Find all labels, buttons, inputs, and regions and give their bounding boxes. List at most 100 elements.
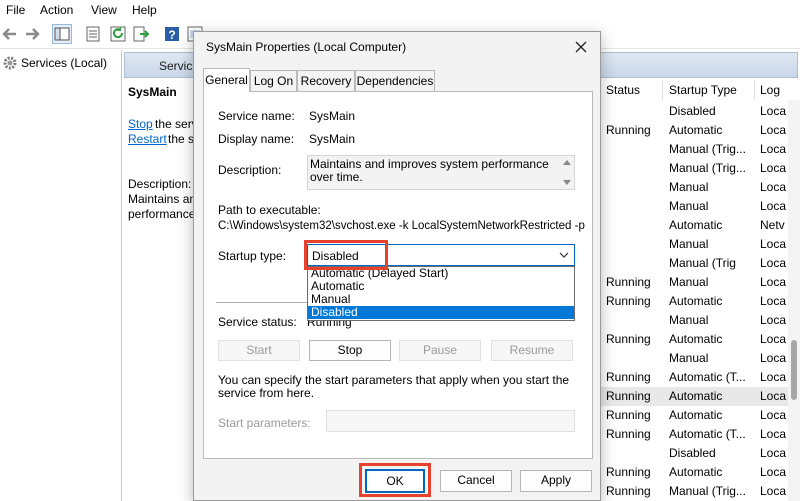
restart-service-link[interactable]: Restart bbox=[128, 132, 167, 146]
tree-item-label: Services (Local) bbox=[21, 56, 108, 70]
startup-type-label: Startup type: bbox=[218, 249, 287, 263]
row-startup-type: Manual (Trig bbox=[669, 256, 736, 270]
display-name-label: Display name: bbox=[218, 132, 295, 146]
column-header-startup-type[interactable]: Startup Type bbox=[669, 83, 737, 97]
table-row[interactable]: Running Manual Loca bbox=[600, 273, 800, 292]
description-scrollbar[interactable] bbox=[560, 156, 574, 189]
properties-dialog: SysMain Properties (Local Computer) Gene… bbox=[193, 31, 601, 501]
extended-desc-line: Description: bbox=[128, 177, 192, 191]
export-icon[interactable] bbox=[131, 24, 151, 44]
menu-help[interactable]: Help bbox=[132, 3, 157, 17]
apply-button[interactable]: Apply bbox=[520, 470, 592, 492]
table-row[interactable]: Running Automatic Loca bbox=[600, 121, 800, 140]
table-row[interactable]: Manual Loca bbox=[600, 235, 800, 254]
table-row[interactable]: Running Manual (Trig... Loca bbox=[600, 482, 800, 501]
table-row[interactable]: Manual Loca bbox=[600, 349, 800, 368]
table-row[interactable]: Manual Loca bbox=[600, 178, 800, 197]
startup-type-select[interactable]: Disabled bbox=[307, 244, 575, 266]
row-log-on: Loca bbox=[760, 408, 787, 422]
row-startup-type: Automatic bbox=[669, 294, 723, 308]
tab-log-on[interactable]: Log On bbox=[250, 70, 297, 91]
tab-dependencies[interactable]: Dependencies bbox=[355, 70, 435, 91]
close-icon[interactable] bbox=[570, 36, 592, 58]
console-tree: Services (Local) bbox=[0, 50, 122, 501]
resume-button[interactable]: Resume bbox=[491, 340, 573, 361]
table-row[interactable]: Running Automatic Loca bbox=[600, 330, 800, 349]
description-field[interactable]: Maintains and improves system performanc… bbox=[307, 155, 575, 190]
pause-button[interactable]: Pause bbox=[399, 340, 481, 361]
startup-type-value: Disabled bbox=[312, 249, 359, 263]
table-row[interactable]: Running Automatic Loca bbox=[600, 292, 800, 311]
vertical-scrollbar[interactable] bbox=[788, 100, 800, 501]
row-log-on: Loca bbox=[760, 161, 787, 175]
column-header-log-on[interactable]: Log bbox=[760, 83, 780, 97]
forward-arrow-icon[interactable] bbox=[22, 24, 42, 44]
ok-button[interactable]: OK bbox=[365, 469, 425, 493]
table-row[interactable]: Manual (Trig... Loca bbox=[600, 140, 800, 159]
table-row[interactable]: Running Automatic Loca bbox=[600, 406, 800, 425]
row-status: Running bbox=[606, 484, 651, 498]
dialog-title: SysMain Properties (Local Computer) bbox=[206, 40, 407, 54]
stop-link-suffix: the serv bbox=[155, 117, 198, 131]
table-row[interactable]: Disabled Loca bbox=[600, 444, 800, 463]
tab-recovery[interactable]: Recovery bbox=[297, 70, 355, 91]
column-header-status[interactable]: Status bbox=[606, 83, 640, 97]
table-row[interactable]: Running Automatic Loca bbox=[600, 463, 800, 482]
extended-service-title: SysMain bbox=[128, 85, 177, 99]
row-startup-type: Automatic bbox=[669, 332, 723, 346]
column-divider[interactable] bbox=[754, 80, 755, 100]
row-log-on: Loca bbox=[760, 484, 787, 498]
start-params-label: Start parameters: bbox=[218, 416, 311, 430]
start-button[interactable]: Start bbox=[218, 340, 300, 361]
console-tree-icon[interactable] bbox=[52, 24, 72, 44]
scroll-down-icon[interactable] bbox=[563, 180, 571, 185]
stop-button[interactable]: Stop bbox=[309, 340, 391, 361]
table-row[interactable]: Running Automatic (T... Loca bbox=[600, 368, 800, 387]
cancel-button[interactable]: Cancel bbox=[440, 470, 512, 492]
row-log-on: Loca bbox=[760, 313, 787, 327]
row-status: Running bbox=[606, 123, 651, 137]
stop-service-link[interactable]: Stop bbox=[128, 117, 153, 131]
row-startup-type: Manual bbox=[669, 351, 709, 365]
table-row[interactable]: Manual (Trig Loca bbox=[600, 254, 800, 273]
menu-view[interactable]: View bbox=[91, 3, 117, 17]
row-startup-type: Automatic (T... bbox=[669, 370, 746, 384]
scrollbar-thumb[interactable] bbox=[791, 340, 797, 400]
row-startup-type: Manual (Trig... bbox=[669, 161, 746, 175]
tree-item-services-local[interactable]: Services (Local) bbox=[2, 54, 118, 72]
row-log-on: Loca bbox=[760, 180, 787, 194]
table-row[interactable]: Running Automatic (T... Loca bbox=[600, 425, 800, 444]
service-name-label: Service name: bbox=[218, 109, 295, 123]
table-row[interactable]: Automatic Netv bbox=[600, 216, 800, 235]
row-log-on: Loca bbox=[760, 237, 787, 251]
row-startup-type: Automatic bbox=[669, 465, 723, 479]
refresh-icon[interactable] bbox=[108, 24, 128, 44]
column-divider[interactable] bbox=[662, 80, 663, 100]
description-text: Maintains and improves system performanc… bbox=[310, 157, 549, 184]
row-status: Running bbox=[606, 275, 651, 289]
table-row[interactable]: Running Automatic Loca bbox=[600, 387, 800, 406]
row-log-on: Loca bbox=[760, 142, 787, 156]
row-startup-type: Manual bbox=[669, 199, 709, 213]
startup-option-disabled[interactable]: Disabled bbox=[308, 306, 574, 319]
help-icon[interactable]: ? bbox=[162, 24, 182, 44]
table-row[interactable]: Manual (Trig... Loca bbox=[600, 159, 800, 178]
list-icon[interactable] bbox=[83, 24, 103, 44]
menu-file[interactable]: File bbox=[6, 3, 25, 17]
row-startup-type: Automatic bbox=[669, 123, 723, 137]
scroll-up-icon[interactable] bbox=[563, 160, 571, 165]
back-arrow-icon[interactable] bbox=[0, 24, 20, 44]
row-log-on: Loca bbox=[760, 294, 787, 308]
service-status-label: Service status: bbox=[218, 315, 297, 329]
row-log-on: Loca bbox=[760, 465, 787, 479]
row-log-on: Loca bbox=[760, 446, 787, 460]
row-startup-type: Manual (Trig... bbox=[669, 142, 746, 156]
table-row[interactable]: Manual Loca bbox=[600, 311, 800, 330]
table-row[interactable]: Manual Loca bbox=[600, 197, 800, 216]
start-params-input[interactable] bbox=[326, 410, 575, 432]
table-row[interactable]: Disabled Loca bbox=[600, 102, 800, 121]
menu-action[interactable]: Action bbox=[40, 3, 73, 17]
tab-general[interactable]: General bbox=[203, 68, 250, 92]
row-startup-type: Manual bbox=[669, 237, 709, 251]
row-log-on: Loca bbox=[760, 427, 787, 441]
